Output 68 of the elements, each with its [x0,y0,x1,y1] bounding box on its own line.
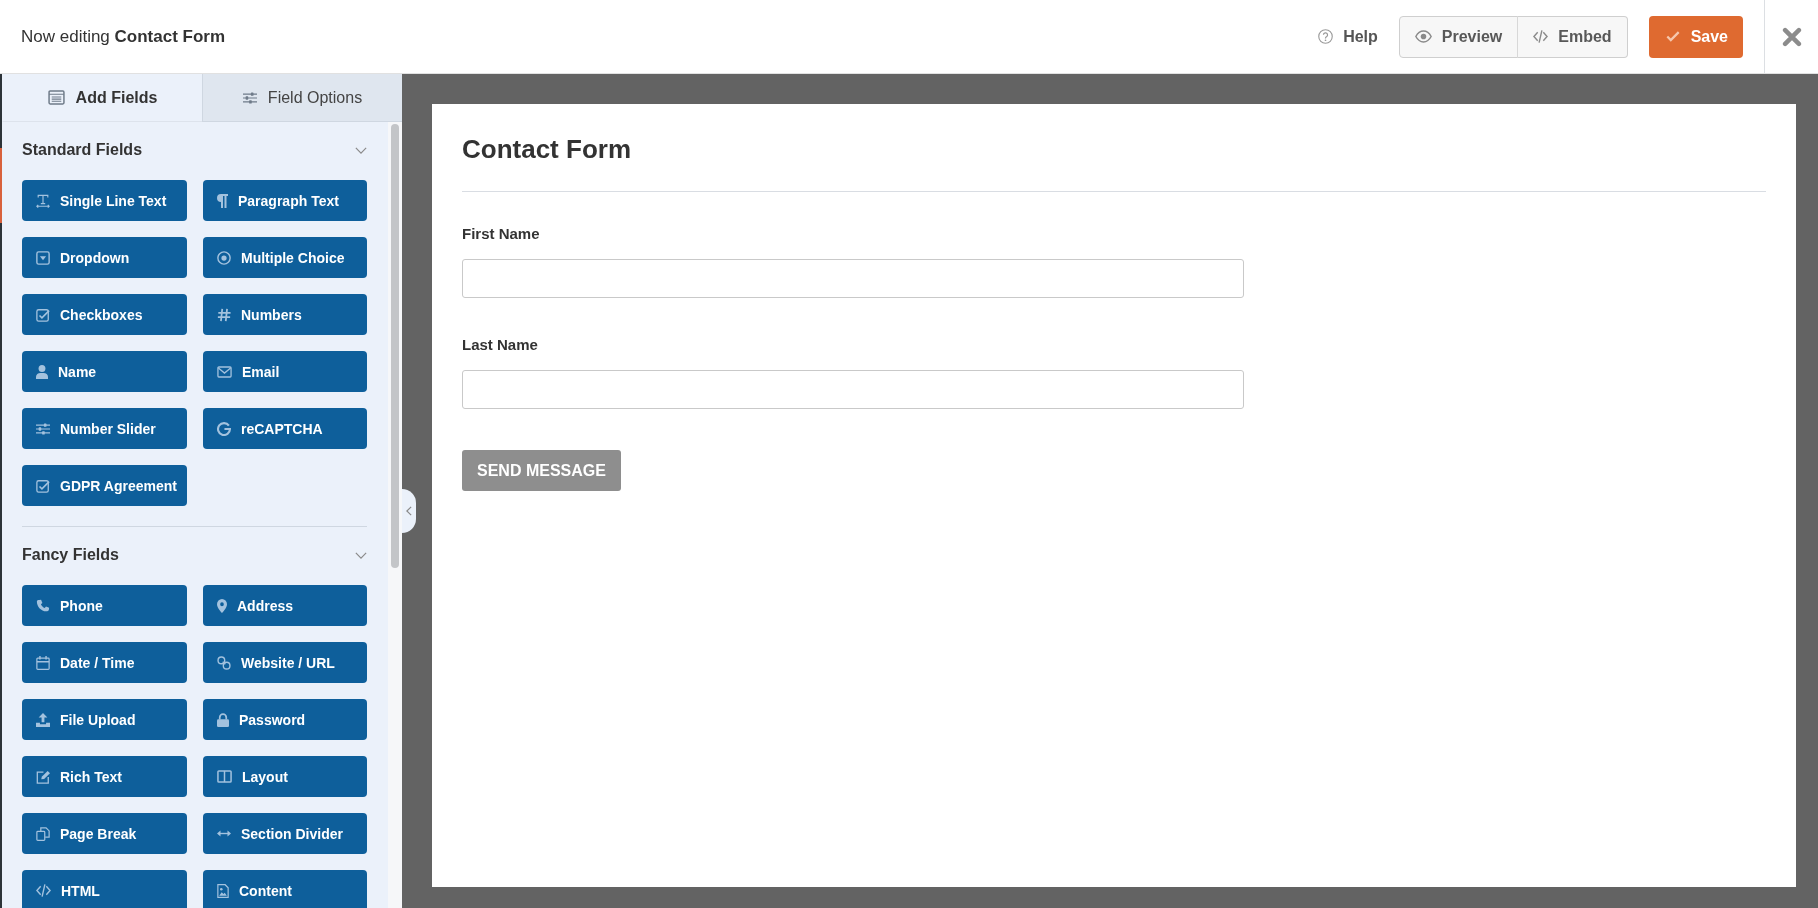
phone-icon [36,598,50,613]
text-icon [36,193,50,208]
pilcrow-icon [217,193,228,208]
field-label: Last Name [462,336,539,354]
g-icon [217,421,231,436]
field-type-button[interactable]: Multiple Choice [203,237,367,278]
upload-icon [36,712,50,727]
lock-icon [217,712,229,727]
code-icon [1533,30,1549,43]
double-arrow-icon [217,830,231,837]
field-type-button[interactable]: Paragraph Text [203,180,367,221]
field-type-button[interactable]: Address [203,585,367,626]
chevron-left-icon [406,506,412,516]
close-icon[interactable] [1781,26,1802,47]
help-button[interactable]: Help [1318,27,1378,46]
field-type-button[interactable]: Date / Time [22,642,187,683]
field-type-button[interactable]: Phone [22,585,187,626]
edit-icon [36,769,50,784]
sliders-icon [242,91,257,104]
help-icon [1318,29,1334,44]
field-type-button[interactable]: Password [203,699,367,740]
hash-icon [217,307,231,322]
sliders-icon [36,422,50,435]
field-type-button[interactable]: Email [203,351,367,392]
field-type-button[interactable]: File Upload [22,699,187,740]
check-icon [1665,31,1680,42]
map-pin-icon [217,598,227,613]
eye-icon [1414,30,1432,43]
copy-icon [36,826,50,841]
save-button[interactable]: Save [1648,15,1743,58]
embed-button[interactable]: Embed [1517,15,1628,58]
table-icon [47,90,65,105]
field-type-button[interactable]: Name [22,351,187,392]
radio-icon [217,250,231,265]
form-title: Contact Form [462,134,632,164]
field-type-button[interactable]: Section Divider [203,813,367,854]
field-type-button[interactable]: Page Break [22,813,187,854]
code-icon [36,884,51,897]
person-icon [36,364,48,379]
collapse-handle[interactable] [402,489,416,533]
field-type-button[interactable]: Website / URL [203,642,367,683]
field-type-button[interactable]: Layout [203,756,367,797]
input-field[interactable] [462,259,1244,298]
field-type-button[interactable]: Single Line Text [22,180,187,221]
field-type-button[interactable]: GDPR Agreement [22,465,187,506]
dropdown-icon [36,250,50,265]
section-toggle[interactable]: Fancy Fields [22,543,367,567]
sidebar-tab[interactable]: Field Options [202,74,402,122]
field-type-button[interactable]: Dropdown [22,237,187,278]
checkbox-icon [36,307,50,322]
field-type-button[interactable]: HTML [22,870,187,908]
editor-title: Now editing Contact Form [20,26,227,47]
envelope-icon [217,365,232,378]
preview-button[interactable]: Preview [1398,15,1519,58]
checkbox-icon [36,478,50,493]
field-type-button[interactable]: Numbers [203,294,367,335]
field-type-button[interactable]: Checkboxes [22,294,187,335]
field-type-button[interactable]: Number Slider [22,408,187,449]
calendar-icon [36,655,50,670]
field-type-button[interactable]: Content [203,870,367,908]
link-icon [217,655,231,670]
field-type-button[interactable]: reCAPTCHA [203,408,367,449]
columns-icon [217,770,232,783]
input-field[interactable] [462,370,1244,409]
image-file-icon [217,883,229,898]
field-type-button[interactable]: Rich Text [22,756,187,797]
field-label: First Name [462,225,541,243]
section-toggle[interactable]: Standard Fields [22,138,367,162]
